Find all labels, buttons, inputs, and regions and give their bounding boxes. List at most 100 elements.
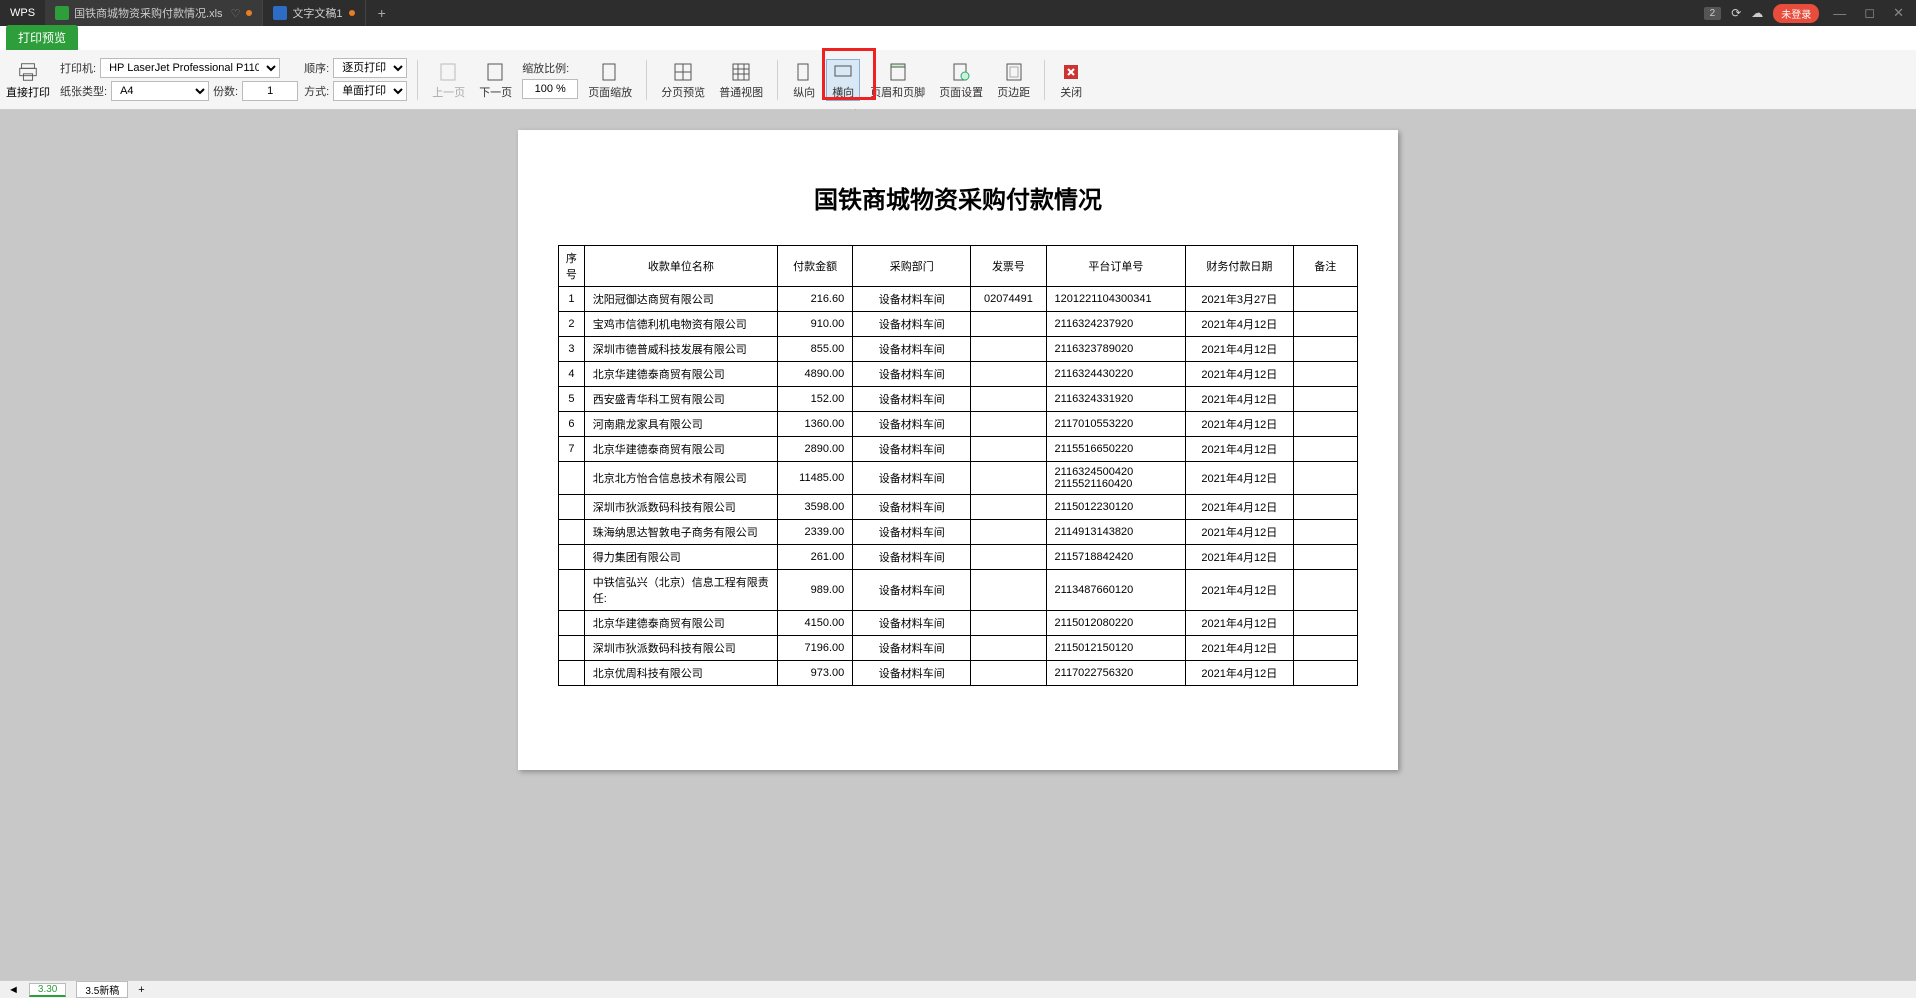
toolbar: 直接打印 打印机: HP LaserJet Professional P1106… <box>0 50 1916 110</box>
sheet-tab-2[interactable]: 3.5新稿 <box>76 981 128 998</box>
th-dept: 采购部门 <box>853 246 971 287</box>
order-select[interactable]: 逐页打印 <box>333 58 407 78</box>
sync-icon[interactable]: ⟳ <box>1731 6 1741 20</box>
scale-spinner[interactable]: 100 % <box>522 79 578 99</box>
table-cell <box>971 636 1046 661</box>
table-cell: 2117022756320 <box>1046 661 1186 686</box>
print-preview-tab[interactable]: 打印预览 <box>6 25 78 50</box>
page-break-button[interactable]: 分页预览 <box>657 60 709 100</box>
maximize-button[interactable]: ◻ <box>1860 5 1879 21</box>
notification-badge[interactable]: 2 <box>1704 7 1722 20</box>
th-name: 收款单位名称 <box>584 246 777 287</box>
table-cell <box>559 636 585 661</box>
portrait-button[interactable]: 纵向 <box>788 60 820 100</box>
table-cell: 设备材料车间 <box>853 362 971 387</box>
direct-print-button[interactable]: 直接打印 <box>6 60 54 100</box>
table-cell <box>1293 362 1357 387</box>
header-footer-icon <box>886 60 910 84</box>
table-cell <box>971 437 1046 462</box>
titlebar: WPS 国铁商城物资采购付款情况.xls ♡ 文字文稿1 + 2 ⟳ ☁ 未登录… <box>0 0 1916 26</box>
table-row: 深圳市狄派数码科技有限公司3598.00设备材料车间21150122301202… <box>559 495 1358 520</box>
copies-spinner[interactable]: 1 <box>242 81 298 101</box>
margins-button[interactable]: 页边距 <box>993 60 1034 100</box>
table-cell: 4150.00 <box>778 611 853 636</box>
close-icon <box>1059 60 1083 84</box>
tab-label: 国铁商城物资采购付款情况.xls <box>74 5 223 21</box>
page-preview: 国铁商城物资采购付款情况 序号 收款单位名称 付款金额 采购部门 发票号 平台订… <box>518 130 1398 770</box>
table-cell <box>971 337 1046 362</box>
table-cell: 910.00 <box>778 312 853 337</box>
prev-page-button: 上一页 <box>428 60 469 100</box>
th-date: 财务付款日期 <box>1186 246 1293 287</box>
preview-workspace[interactable]: 国铁商城物资采购付款情况 序号 收款单位名称 付款金额 采购部门 发票号 平台订… <box>0 110 1916 980</box>
table-cell <box>559 495 585 520</box>
table-cell: 7196.00 <box>778 636 853 661</box>
header-footer-button[interactable]: 页眉和页脚 <box>866 60 929 100</box>
login-badge[interactable]: 未登录 <box>1773 4 1819 23</box>
table-cell: 2021年4月12日 <box>1186 570 1293 611</box>
add-tab-button[interactable]: + <box>366 5 398 21</box>
sheet-tab-1[interactable]: 3.30 <box>29 983 66 997</box>
tab-close-icon[interactable]: ♡ <box>231 7 241 20</box>
page-break-icon <box>671 60 695 84</box>
table-cell: 2116323789020 <box>1046 337 1186 362</box>
table-cell: 973.00 <box>778 661 853 686</box>
page-zoom-button[interactable]: 页面缩放 <box>584 60 636 100</box>
table-cell: 855.00 <box>778 337 853 362</box>
next-page-icon <box>484 60 508 84</box>
table-cell: 沈阳冠御达商贸有限公司 <box>584 287 777 312</box>
normal-view-button[interactable]: 普通视图 <box>715 60 767 100</box>
table-row: 珠海纳思达智敦电子商务有限公司2339.00设备材料车间211491314382… <box>559 520 1358 545</box>
cloud-icon[interactable]: ☁ <box>1751 6 1763 20</box>
table-cell <box>1293 287 1357 312</box>
table-cell: 设备材料车间 <box>853 312 971 337</box>
table-cell: 2116324430220 <box>1046 362 1186 387</box>
sheet-nav-prev[interactable]: ◄ <box>8 984 19 996</box>
printer-select[interactable]: HP LaserJet Professional P1106 <box>100 58 280 78</box>
table-cell: 珠海纳思达智敦电子商务有限公司 <box>584 520 777 545</box>
table-cell: 216.60 <box>778 287 853 312</box>
table-cell <box>559 611 585 636</box>
table-cell: 2115718842420 <box>1046 545 1186 570</box>
table-cell <box>1293 312 1357 337</box>
page-setup-button[interactable]: 页面设置 <box>935 60 987 100</box>
table-row: 3深圳市德普威科技发展有限公司855.00设备材料车间2116323789020… <box>559 337 1358 362</box>
spreadsheet-icon <box>55 6 69 20</box>
landscape-button[interactable]: 横向 <box>826 59 860 101</box>
table-cell: 设备材料车间 <box>853 495 971 520</box>
add-sheet-button[interactable]: + <box>138 984 144 996</box>
close-window-button[interactable]: ✕ <box>1889 5 1908 21</box>
separator <box>1044 60 1045 100</box>
data-table: 序号 收款单位名称 付款金额 采购部门 发票号 平台订单号 财务付款日期 备注 … <box>558 245 1358 686</box>
app-name: WPS <box>10 7 35 19</box>
close-preview-button[interactable]: 关闭 <box>1055 60 1087 100</box>
mode-select[interactable]: 单面打印 <box>333 81 407 101</box>
table-cell: 2115012080220 <box>1046 611 1186 636</box>
table-cell: 7 <box>559 437 585 462</box>
document-title: 国铁商城物资采购付款情况 <box>558 180 1358 215</box>
table-cell: 21163245004202115521160420 <box>1046 462 1186 495</box>
document-tab-2[interactable]: 文字文稿1 <box>263 0 365 26</box>
table-cell: 2021年4月12日 <box>1186 437 1293 462</box>
printer-icon <box>16 60 40 84</box>
direct-print-label: 直接打印 <box>6 84 50 100</box>
next-page-button[interactable]: 下一页 <box>475 60 516 100</box>
document-tab-1[interactable]: 国铁商城物资采购付款情况.xls ♡ <box>45 0 263 26</box>
normal-view-icon <box>729 60 753 84</box>
paper-select[interactable]: A4 <box>111 81 209 101</box>
table-cell <box>971 661 1046 686</box>
table-row: 北京北方怡合信息技术有限公司11485.00设备材料车间211632450042… <box>559 462 1358 495</box>
table-cell <box>559 661 585 686</box>
table-cell <box>971 545 1046 570</box>
table-cell: 2890.00 <box>778 437 853 462</box>
table-cell <box>1293 337 1357 362</box>
table-cell: 深圳市德普威科技发展有限公司 <box>584 337 777 362</box>
minimize-button[interactable]: — <box>1829 6 1850 21</box>
table-cell: 设备材料车间 <box>853 661 971 686</box>
table-cell: 北京华建德泰商贸有限公司 <box>584 362 777 387</box>
table-cell: 2021年4月12日 <box>1186 636 1293 661</box>
table-cell <box>1293 636 1357 661</box>
table-cell: 深圳市狄派数码科技有限公司 <box>584 495 777 520</box>
order-label: 顺序: <box>304 60 329 76</box>
landscape-icon <box>831 60 855 84</box>
